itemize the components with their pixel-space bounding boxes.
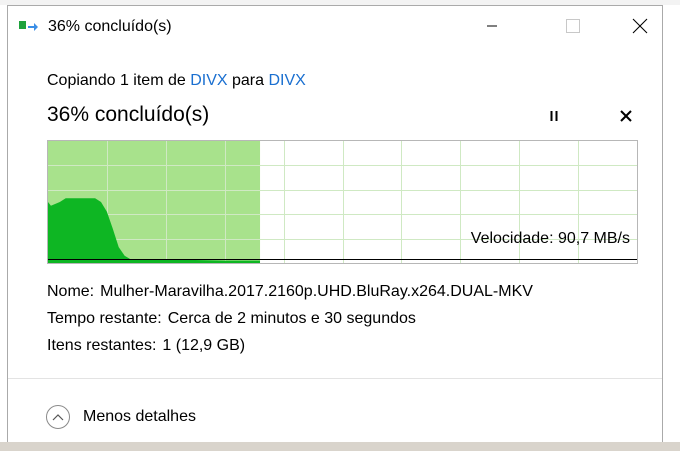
name-label: Nome: [47,283,95,300]
maximize-icon [566,19,580,33]
source-folder-link[interactable]: DIVX [190,72,227,89]
transfer-speed-graph: Velocidade: 90,7 MB/s [47,140,638,264]
name-value: Mulher-Maravilha.2017.2160p.UHD.BluRay.x… [100,283,533,300]
chevron-up-icon [52,414,64,421]
copy-progress-dialog: 36% concluído(s) Copiando 1 item de DIVX… [7,5,663,443]
detail-items-remaining: Itens restantes: 1 (12,9 GB) [47,337,245,355]
minimize-button[interactable] [470,6,514,46]
items-value: 1 (12,9 GB) [162,337,246,354]
minimize-icon [487,25,497,27]
detail-time-remaining: Tempo restante: Cerca de 2 minutos e 30 s… [47,310,416,328]
items-label: Itens restantes: [47,337,157,354]
close-icon [632,18,648,34]
file-copy-icon [19,21,38,31]
close-button[interactable] [618,6,662,46]
less-details-label: Menos detalhes [83,408,196,425]
dialog-footer: Menos detalhes [8,378,662,443]
progress-title: 36% concluído(s) [47,103,210,126]
less-details-button[interactable]: Menos detalhes [46,403,196,431]
title-bar: 36% concluído(s) [8,6,662,46]
pause-button[interactable] [542,106,566,126]
pause-icon [550,111,558,121]
copy-middle: para [227,72,269,89]
background-desktop-strip [0,442,680,451]
window-title: 36% concluído(s) [48,18,172,35]
maximize-button [551,6,595,46]
copy-description: Copiando 1 item de DIVX para DIVX [47,72,306,90]
cancel-icon [620,110,632,122]
cancel-button[interactable] [614,106,638,126]
copy-prefix: Copiando 1 item de [47,72,191,89]
destination-folder-link[interactable]: DIVX [268,72,305,89]
time-value: Cerca de 2 minutos e 30 segundos [167,310,416,327]
collapse-circle [46,405,70,429]
time-label: Tempo restante: [47,310,162,327]
speed-label: Velocidade: 90,7 MB/s [470,230,630,247]
detail-name: Nome: Mulher-Maravilha.2017.2160p.UHD.Blu… [47,283,533,301]
